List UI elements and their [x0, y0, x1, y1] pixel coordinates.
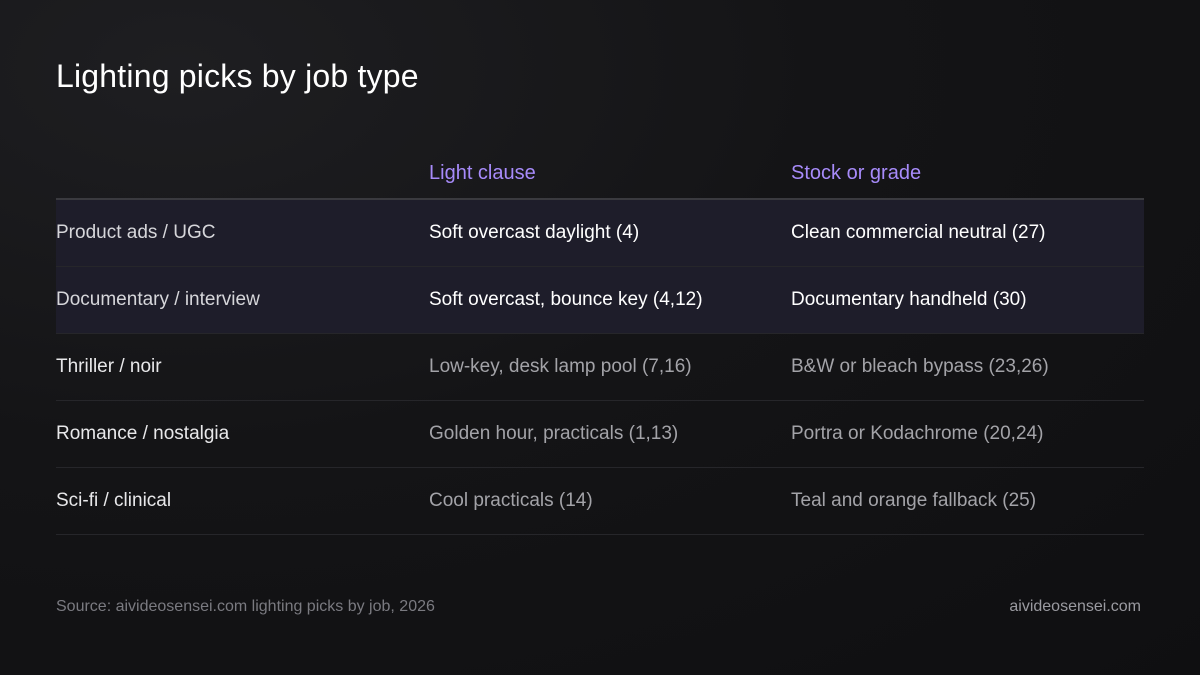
job-type-cell: Thriller / noir: [56, 356, 162, 377]
table-row: Sci-fi / clinical Cool practicals (14) T…: [56, 468, 1144, 535]
light-clause-cell: Golden hour, practicals (1,13): [429, 423, 679, 444]
stock-grade-cell: Clean commercial neutral (27): [791, 222, 1046, 243]
stock-grade-cell: Teal and orange fallback (25): [791, 490, 1037, 511]
job-type-cell: Romance / nostalgia: [56, 423, 230, 444]
table-row: Romance / nostalgia Golden hour, practic…: [56, 401, 1144, 468]
job-type-cell: Sci-fi / clinical: [56, 490, 172, 511]
column-header-stock-or-grade: Stock or grade: [791, 162, 922, 184]
stock-grade-cell: Portra or Kodachrome (20,24): [791, 423, 1044, 444]
light-clause-cell: Cool practicals (14): [429, 490, 593, 511]
stock-grade-cell: B&W or bleach bypass (23,26): [791, 356, 1049, 377]
light-clause-cell: Low-key, desk lamp pool (7,16): [429, 356, 692, 377]
light-clause-cell: Soft overcast daylight (4): [429, 222, 640, 243]
stock-grade-cell: Documentary handheld (30): [791, 289, 1027, 310]
column-header-light-clause: Light clause: [429, 162, 536, 184]
job-type-cell: Documentary / interview: [56, 289, 260, 310]
lighting-table: Light clause Stock or grade Product ads …: [56, 150, 1144, 535]
job-type-cell: Product ads / UGC: [56, 222, 216, 243]
table-row: Thriller / noir Low-key, desk lamp pool …: [56, 334, 1144, 401]
site-credit: aivideosensei.com: [1009, 598, 1141, 615]
source-note: Source: aivideosensei.com lighting picks…: [56, 598, 435, 615]
table-row: Product ads / UGC Soft overcast daylight…: [56, 200, 1144, 267]
light-clause-cell: Soft overcast, bounce key (4,12): [429, 289, 703, 310]
table-row: Documentary / interview Soft overcast, b…: [56, 267, 1144, 334]
table-header-row: Light clause Stock or grade: [56, 150, 1144, 200]
page-title: Lighting picks by job type: [56, 58, 419, 94]
